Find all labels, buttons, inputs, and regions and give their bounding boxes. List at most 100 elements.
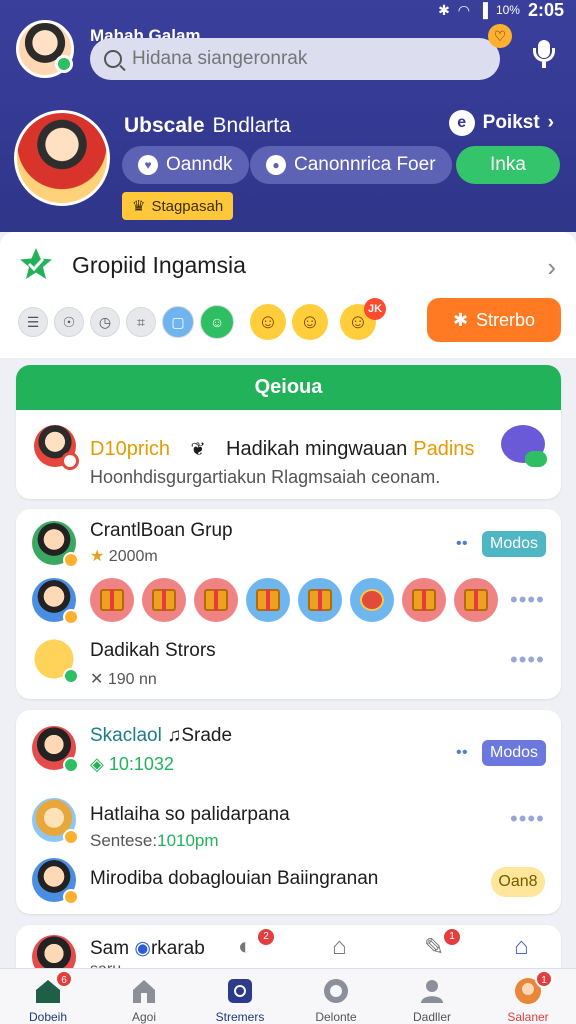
search-bar[interactable] (90, 38, 500, 80)
profile-icon (417, 976, 447, 1006)
pill-button-2[interactable]: ● Canonnrica Foer (250, 146, 452, 184)
nav-label: Stremers (215, 1010, 265, 1024)
nav-item-streams[interactable]: Stremers (192, 969, 288, 1024)
feed-title: Skaclaol ♫Srade (90, 725, 232, 747)
news-main: Hadikah mingwauan (226, 437, 408, 460)
pill-button-3[interactable]: Inka (456, 146, 560, 184)
news-subtitle: Hoonhdisgurgartiakun Rlagmsaiah ceonam. (90, 467, 441, 487)
home-icon: 6 (33, 970, 73, 1006)
more-icon[interactable]: •••• (510, 806, 545, 832)
level-tag[interactable]: ♛ Stagpasah (122, 192, 234, 220)
microphone-icon[interactable] (528, 38, 560, 70)
avatar-icon: 1 (513, 970, 553, 1006)
news-card[interactable]: Qeioua D10prich ❦ Hadikah mingwauan Padi… (16, 365, 561, 499)
notification-badge: 6 (55, 970, 73, 988)
mode-tag[interactable]: Modos (482, 531, 547, 557)
feed-title-suffix: Srade (181, 725, 233, 746)
coin-icon: e (448, 110, 475, 136)
gift-box-icon[interactable] (90, 578, 134, 622)
smiley-icon[interactable]: ☺ (292, 304, 328, 340)
gift-box-icon[interactable] (246, 578, 290, 622)
gift-box-icon[interactable] (194, 578, 238, 622)
pig-icon[interactable]: ☉ (54, 307, 84, 337)
gift-box-icon[interactable] (298, 578, 342, 622)
dots-icon: • • (456, 744, 468, 761)
feed-row-title: Hatlaiha so palidarpana (90, 804, 290, 825)
drum-icon[interactable] (350, 578, 394, 622)
list-icon[interactable]: ☰ (18, 307, 48, 337)
pill-button-1[interactable]: ♥ Oanndk (122, 146, 249, 184)
pill-1-label: Oanndk (166, 154, 233, 175)
avatar (32, 858, 79, 905)
feed-subtitle-text: 10:1032 (108, 754, 174, 774)
more-icon[interactable]: •••• (510, 587, 545, 613)
bottom-nav: 6 Dobeih Agoi Stremers Delonte Dadller 1… (0, 968, 576, 1024)
feed-title: CrantlBoan Grup (90, 520, 233, 541)
notification-badge: 1 (444, 929, 460, 945)
nav-label: Salaner (507, 1010, 549, 1024)
level-icon: ♛ (132, 198, 146, 215)
feed-row-subtitle: Sentese:1010pm (90, 831, 219, 851)
users-icon[interactable]: ⌂ (514, 933, 544, 963)
feed-card[interactable]: CrantlBoan Grup ★ 2000m • • Modos •••• D… (16, 509, 561, 699)
bluetooth-icon: ✱ (438, 1, 450, 18)
nav-label: Agoi (131, 1010, 157, 1024)
gift-box-icon[interactable] (454, 578, 498, 622)
action-button-label: Strerbo (476, 309, 536, 330)
smiley-with-badge[interactable]: ☺ JK (340, 298, 386, 340)
profile-name-second: Bndlarta (212, 114, 291, 137)
group-title[interactable]: Gropiid Ingamsia (72, 252, 246, 279)
avatar (32, 798, 79, 845)
feed-row-title: Dadikah Strors (90, 640, 216, 661)
nav-item-salaner[interactable]: 1 Salaner (480, 969, 576, 1024)
action-button[interactable]: ✱ Strerbo (427, 298, 561, 342)
status-bar: ✱ ◠ ▐ 10% 2:05 (438, 0, 564, 20)
emoji-notification-icon[interactable]: ♡ (488, 24, 512, 48)
signal-icon: ▐ (478, 2, 488, 18)
gift-box-icon[interactable] (402, 578, 446, 622)
smile-green-icon[interactable]: ☺ (200, 305, 234, 339)
stream-icon (225, 976, 255, 1006)
star-icon (18, 246, 54, 282)
feed-row-subtitle-text: 190 nn (107, 671, 157, 688)
gift-box-icon[interactable] (142, 578, 186, 622)
mode-tag[interactable]: Modos (482, 740, 547, 766)
search-input[interactable] (132, 48, 472, 70)
nav-item-profile[interactable]: Dadller (384, 969, 480, 1024)
circle-icon (321, 976, 351, 1006)
smiley-icon[interactable]: ☺ (250, 304, 286, 340)
status-time: 2:05 (527, 0, 564, 20)
gift-icon: ❦ (190, 438, 206, 459)
chart-icon[interactable]: ⌗ (126, 307, 156, 337)
profile-name: Ubscale Bndlarta (124, 114, 291, 138)
news-prefix: D10prich (90, 437, 171, 460)
bag-icon[interactable]: ⌂ (332, 933, 362, 963)
more-icon[interactable]: •••• (510, 647, 545, 673)
feed-row-subtitle: ✕ 190 nn (90, 669, 157, 689)
points-label: Poikst (482, 112, 540, 133)
smiley-badge: JK (364, 298, 386, 320)
music-icon: ♫ (167, 725, 182, 746)
feed-card[interactable]: Skaclaol ♫Srade ◈ 10:1032 • • Modos Hatl… (16, 710, 561, 914)
nav-item-home[interactable]: 6 Dobeih (0, 969, 96, 1024)
notification-badge: 1 (535, 970, 553, 988)
points-link[interactable]: e Poikst › (448, 110, 554, 136)
user-avatar[interactable] (16, 20, 74, 78)
nav-item-delonte[interactable]: Delonte (288, 969, 384, 1024)
feed-title-text: Skaclaol (90, 725, 162, 746)
edit-icon[interactable]: ✎ 1 (424, 929, 460, 963)
feed-row-title: Mirodiba dobaglouian Baiingranan (90, 868, 379, 889)
house-outline-icon (129, 976, 159, 1006)
chevron-right-icon[interactable]: › (547, 252, 556, 283)
coin-tag[interactable]: Oan8 (491, 867, 545, 897)
feed-row-subtitle-value: 1010pm (157, 831, 219, 850)
chat-bubble-icon[interactable]: ◐ 2 (238, 929, 274, 963)
chevron-right-icon: › (547, 112, 554, 133)
profile-avatar[interactable] (14, 110, 110, 206)
feed-title: Sam ◉rkarab (90, 937, 205, 960)
feed-title-text: Sam (90, 938, 130, 959)
nav-item-agoi[interactable]: Agoi (96, 969, 192, 1024)
clock-icon[interactable]: ◷ (90, 307, 120, 337)
message-icon[interactable]: ▢ (162, 306, 194, 338)
avatar (32, 637, 79, 684)
